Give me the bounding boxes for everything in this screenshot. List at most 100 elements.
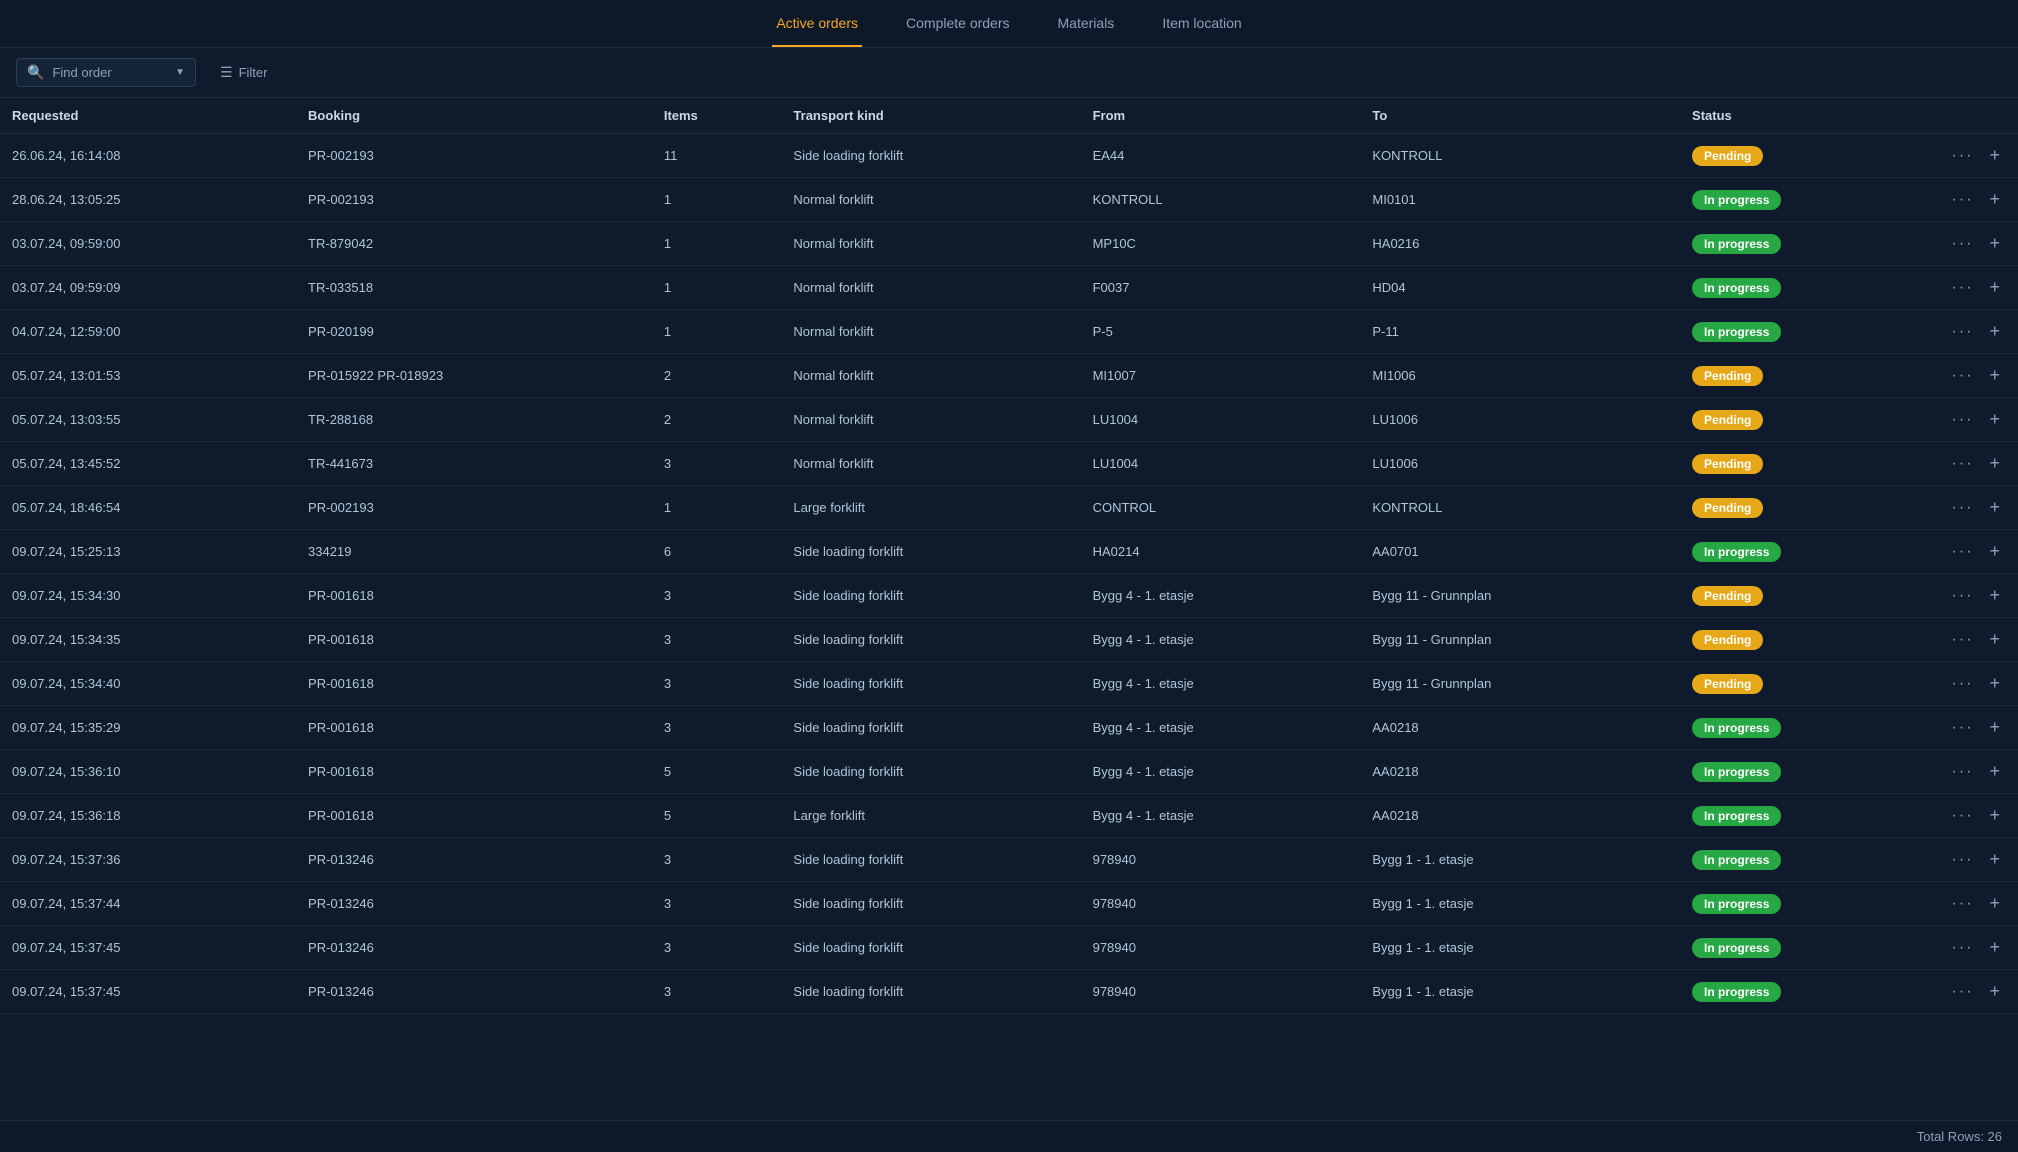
nav-tab-materials[interactable]: Materials <box>1054 1 1119 47</box>
cell-requested: 09.07.24, 15:34:40 <box>0 662 296 706</box>
cell-items: 2 <box>652 398 782 442</box>
status-badge: In progress <box>1692 542 1781 562</box>
add-button[interactable]: + <box>1983 187 2006 212</box>
more-options-button[interactable]: ··· <box>1946 893 1980 915</box>
cell-requested: 26.06.24, 16:14:08 <box>0 134 296 178</box>
col-requested: Requested <box>0 98 296 134</box>
cell-actions: ··· + <box>1934 970 2018 1014</box>
more-options-button[interactable]: ··· <box>1946 761 1980 783</box>
cell-actions: ··· + <box>1934 750 2018 794</box>
more-options-button[interactable]: ··· <box>1946 497 1980 519</box>
nav-tab-item-location[interactable]: Item location <box>1158 1 1245 47</box>
more-options-button[interactable]: ··· <box>1946 189 1980 211</box>
more-options-button[interactable]: ··· <box>1946 717 1980 739</box>
more-options-button[interactable]: ··· <box>1946 629 1980 651</box>
cell-to: Bygg 1 - 1. etasje <box>1360 970 1680 1014</box>
more-options-button[interactable]: ··· <box>1946 409 1980 431</box>
add-button[interactable]: + <box>1983 231 2006 256</box>
add-button[interactable]: + <box>1983 891 2006 916</box>
add-button[interactable]: + <box>1983 671 2006 696</box>
cell-status: In progress <box>1680 838 1933 882</box>
cell-from: 978940 <box>1081 970 1361 1014</box>
add-button[interactable]: + <box>1983 627 2006 652</box>
cell-actions: ··· + <box>1934 926 2018 970</box>
cell-to: Bygg 11 - Grunnplan <box>1360 574 1680 618</box>
cell-items: 3 <box>652 882 782 926</box>
cell-items: 3 <box>652 574 782 618</box>
table-row: 09.07.24, 15:37:36PR-0132463Side loading… <box>0 838 2018 882</box>
filter-icon: ☰ <box>220 64 233 81</box>
add-button[interactable]: + <box>1983 539 2006 564</box>
cell-booking: PR-002193 <box>296 134 652 178</box>
cell-actions: ··· + <box>1934 486 2018 530</box>
orders-table-container: Requested Booking Items Transport kind F… <box>0 98 2018 1120</box>
cell-booking: PR-001618 <box>296 750 652 794</box>
cell-booking: PR-001618 <box>296 794 652 838</box>
add-button[interactable]: + <box>1983 275 2006 300</box>
add-button[interactable]: + <box>1983 583 2006 608</box>
cell-transport: Large forklift <box>781 486 1080 530</box>
cell-from: CONTROL <box>1081 486 1361 530</box>
more-options-button[interactable]: ··· <box>1946 981 1980 1003</box>
more-options-button[interactable]: ··· <box>1946 321 1980 343</box>
status-badge: In progress <box>1692 322 1781 342</box>
add-button[interactable]: + <box>1983 451 2006 476</box>
col-status: Status <box>1680 98 1933 134</box>
cell-transport: Normal forklift <box>781 398 1080 442</box>
more-options-button[interactable]: ··· <box>1946 453 1980 475</box>
cell-to: LU1006 <box>1360 398 1680 442</box>
cell-transport: Side loading forklift <box>781 530 1080 574</box>
cell-to: LU1006 <box>1360 442 1680 486</box>
cell-to: AA0218 <box>1360 750 1680 794</box>
cell-requested: 03.07.24, 09:59:00 <box>0 222 296 266</box>
add-button[interactable]: + <box>1983 495 2006 520</box>
cell-status: In progress <box>1680 222 1933 266</box>
more-options-button[interactable]: ··· <box>1946 365 1980 387</box>
nav-tab-active[interactable]: Active orders <box>772 1 862 47</box>
cell-transport: Side loading forklift <box>781 926 1080 970</box>
add-button[interactable]: + <box>1983 715 2006 740</box>
cell-booking: PR-001618 <box>296 618 652 662</box>
more-options-button[interactable]: ··· <box>1946 937 1980 959</box>
table-row: 04.07.24, 12:59:00PR-0201991Normal forkl… <box>0 310 2018 354</box>
more-options-button[interactable]: ··· <box>1946 145 1980 167</box>
cell-items: 3 <box>652 926 782 970</box>
search-icon: 🔍 <box>27 64 44 81</box>
status-badge: Pending <box>1692 454 1763 474</box>
cell-to: HA0216 <box>1360 222 1680 266</box>
table-row: 05.07.24, 13:45:52TR-4416733Normal forkl… <box>0 442 2018 486</box>
add-button[interactable]: + <box>1983 803 2006 828</box>
table-row: 09.07.24, 15:36:10PR-0016185Side loading… <box>0 750 2018 794</box>
cell-from: Bygg 4 - 1. etasje <box>1081 662 1361 706</box>
cell-status: Pending <box>1680 354 1933 398</box>
add-button[interactable]: + <box>1983 935 2006 960</box>
nav-tab-complete[interactable]: Complete orders <box>902 1 1014 47</box>
add-button[interactable]: + <box>1983 759 2006 784</box>
add-button[interactable]: + <box>1983 143 2006 168</box>
cell-items: 1 <box>652 178 782 222</box>
more-options-button[interactable]: ··· <box>1946 805 1980 827</box>
search-box[interactable]: 🔍 ▼ <box>16 58 196 87</box>
status-badge: In progress <box>1692 718 1781 738</box>
cell-actions: ··· + <box>1934 398 2018 442</box>
cell-booking: PR-001618 <box>296 574 652 618</box>
cell-transport: Side loading forklift <box>781 970 1080 1014</box>
more-options-button[interactable]: ··· <box>1946 673 1980 695</box>
more-options-button[interactable]: ··· <box>1946 277 1980 299</box>
more-options-button[interactable]: ··· <box>1946 233 1980 255</box>
top-navigation: Active orders Complete orders Materials Ite… <box>0 0 2018 48</box>
add-button[interactable]: + <box>1983 847 2006 872</box>
add-button[interactable]: + <box>1983 363 2006 388</box>
table-row: 05.07.24, 13:03:55TR-2881682Normal forkl… <box>0 398 2018 442</box>
more-options-button[interactable]: ··· <box>1946 585 1980 607</box>
more-options-button[interactable]: ··· <box>1946 541 1980 563</box>
add-button[interactable]: + <box>1983 979 2006 1004</box>
filter-button[interactable]: ☰ Filter <box>212 60 275 85</box>
add-button[interactable]: + <box>1983 319 2006 344</box>
cell-items: 1 <box>652 266 782 310</box>
cell-to: Bygg 1 - 1. etasje <box>1360 882 1680 926</box>
search-input[interactable] <box>52 65 163 80</box>
more-options-button[interactable]: ··· <box>1946 849 1980 871</box>
cell-status: Pending <box>1680 662 1933 706</box>
add-button[interactable]: + <box>1983 407 2006 432</box>
